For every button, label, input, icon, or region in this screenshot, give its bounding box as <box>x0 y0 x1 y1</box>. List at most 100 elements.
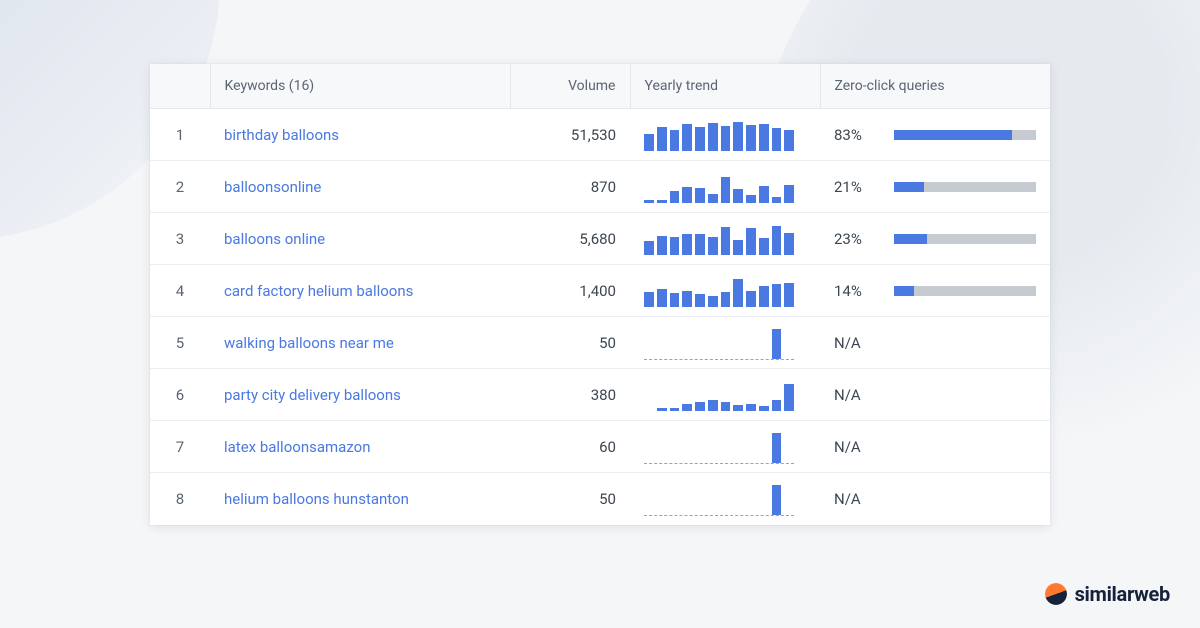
trend-bar <box>670 408 680 410</box>
trend-sparkline <box>644 174 794 204</box>
trend-bar <box>784 283 794 307</box>
trend-bar <box>772 433 782 463</box>
trend-bar <box>733 405 743 411</box>
volume-cell: 51,530 <box>510 109 630 161</box>
trend-bar <box>657 236 667 255</box>
trend-bar <box>772 284 782 307</box>
keyword-cell: balloonsonline <box>210 161 510 213</box>
volume-cell: 380 <box>510 369 630 421</box>
trend-cell <box>630 421 820 473</box>
trend-bar <box>682 291 692 307</box>
table-row[interactable]: 6 party city delivery balloons 380 N/A <box>150 369 1050 421</box>
table-row[interactable]: 7latex balloonsamazon60N/A <box>150 421 1050 473</box>
zeroclick-percent: 14% <box>834 282 878 300</box>
trend-bar <box>784 384 794 411</box>
trend-sparkline <box>644 226 794 256</box>
zeroclick-percent: N/A <box>834 438 878 456</box>
zeroclick-cell: 83% <box>820 109 1050 161</box>
trend-bar <box>759 186 769 203</box>
trend-bar <box>657 408 667 411</box>
brand-mark-icon <box>1045 583 1067 605</box>
row-index: 3 <box>150 213 210 265</box>
row-index: 7 <box>150 421 210 473</box>
brand-logo: similarweb <box>1045 582 1170 606</box>
zeroclick-cell: 14% <box>820 265 1050 317</box>
table-row[interactable]: 4 card factory helium balloons 1,400 14% <box>150 265 1050 317</box>
trend-cell <box>630 317 820 369</box>
col-header-volume[interactable]: Volume <box>510 64 630 109</box>
table-row[interactable]: 2balloonsonline87021% <box>150 161 1050 213</box>
zeroclick-cell: N/A <box>820 473 1050 525</box>
keyword-link[interactable]: helium balloons hunstanton <box>224 490 409 508</box>
zeroclick-cell: N/A <box>820 421 1050 473</box>
trend-bar <box>644 200 654 202</box>
keyword-link[interactable]: balloons online <box>224 230 325 248</box>
trend-bar <box>682 124 692 151</box>
col-header-keywords[interactable]: Keywords (16) <box>210 64 510 109</box>
keyword-cell: card factory helium balloons <box>210 265 510 317</box>
volume-cell: 5,680 <box>510 213 630 265</box>
trend-bar <box>733 122 743 151</box>
table-row[interactable]: 8helium balloons hunstanton50N/A <box>150 473 1050 525</box>
volume-cell: 1,400 <box>510 265 630 317</box>
keyword-link[interactable]: card factory helium balloons <box>224 282 413 300</box>
trend-sparkline <box>644 278 794 308</box>
col-header-zeroclick[interactable]: Zero-click queries <box>820 64 1050 109</box>
keyword-link[interactable]: party city delivery balloons <box>224 386 401 404</box>
trend-bar <box>746 125 756 151</box>
trend-bar <box>682 234 692 255</box>
col-header-index <box>150 64 210 109</box>
zeroclick-bar <box>894 286 1036 296</box>
trend-bar <box>682 187 692 203</box>
trend-bar <box>784 185 794 203</box>
trend-bar <box>772 400 782 411</box>
keyword-link[interactable]: latex balloonsamazon <box>224 438 370 456</box>
zeroclick-bar <box>894 130 1036 140</box>
trend-bar <box>772 226 782 255</box>
trend-cell <box>630 265 820 317</box>
keywords-table: Keywords (16) Volume Yearly trend Zero-c… <box>150 64 1050 525</box>
trend-bar <box>746 228 756 255</box>
keyword-cell: latex balloonsamazon <box>210 421 510 473</box>
zeroclick-bar <box>894 234 1036 244</box>
trend-bar <box>721 292 731 307</box>
zeroclick-percent: 21% <box>834 178 878 196</box>
row-index: 4 <box>150 265 210 317</box>
row-index: 2 <box>150 161 210 213</box>
trend-bar <box>721 402 731 411</box>
zeroclick-bar-fill <box>894 234 927 244</box>
table-row[interactable]: 1 birthday balloons 51,530 83% <box>150 109 1050 161</box>
keyword-link[interactable]: balloonsonline <box>224 178 321 196</box>
zeroclick-wrap: N/A <box>834 386 1036 404</box>
keyword-cell: birthday balloons <box>210 109 510 161</box>
trend-bar <box>708 194 718 203</box>
keyword-cell: helium balloons hunstanton <box>210 473 510 525</box>
table-row[interactable]: 3balloons online5,68023% <box>150 213 1050 265</box>
trend-bar <box>784 130 794 151</box>
volume-cell: 50 <box>510 317 630 369</box>
zeroclick-bar-fill <box>894 130 1012 140</box>
row-index: 8 <box>150 473 210 525</box>
keyword-link[interactable]: birthday balloons <box>224 126 339 144</box>
table-row[interactable]: 5walking balloons near me50N/A <box>150 317 1050 369</box>
zeroclick-wrap: N/A <box>834 334 1036 352</box>
trend-bar <box>759 286 769 307</box>
keyword-cell: party city delivery balloons <box>210 369 510 421</box>
zeroclick-cell: N/A <box>820 369 1050 421</box>
keyword-cell: balloons online <box>210 213 510 265</box>
trend-bar <box>708 296 718 307</box>
col-header-trend[interactable]: Yearly trend <box>630 64 820 109</box>
trend-bar <box>670 191 680 203</box>
trend-bar <box>746 404 756 411</box>
trend-bar <box>721 227 731 255</box>
trend-bar <box>733 189 743 203</box>
row-index: 6 <box>150 369 210 421</box>
keyword-link[interactable]: walking balloons near me <box>224 334 394 352</box>
row-index: 1 <box>150 109 210 161</box>
trend-cell <box>630 161 820 213</box>
trend-bar <box>695 402 705 410</box>
zeroclick-percent: 83% <box>834 126 878 144</box>
table-header-row: Keywords (16) Volume Yearly trend Zero-c… <box>150 64 1050 109</box>
trend-bar <box>772 128 782 151</box>
trend-bar <box>721 177 731 203</box>
